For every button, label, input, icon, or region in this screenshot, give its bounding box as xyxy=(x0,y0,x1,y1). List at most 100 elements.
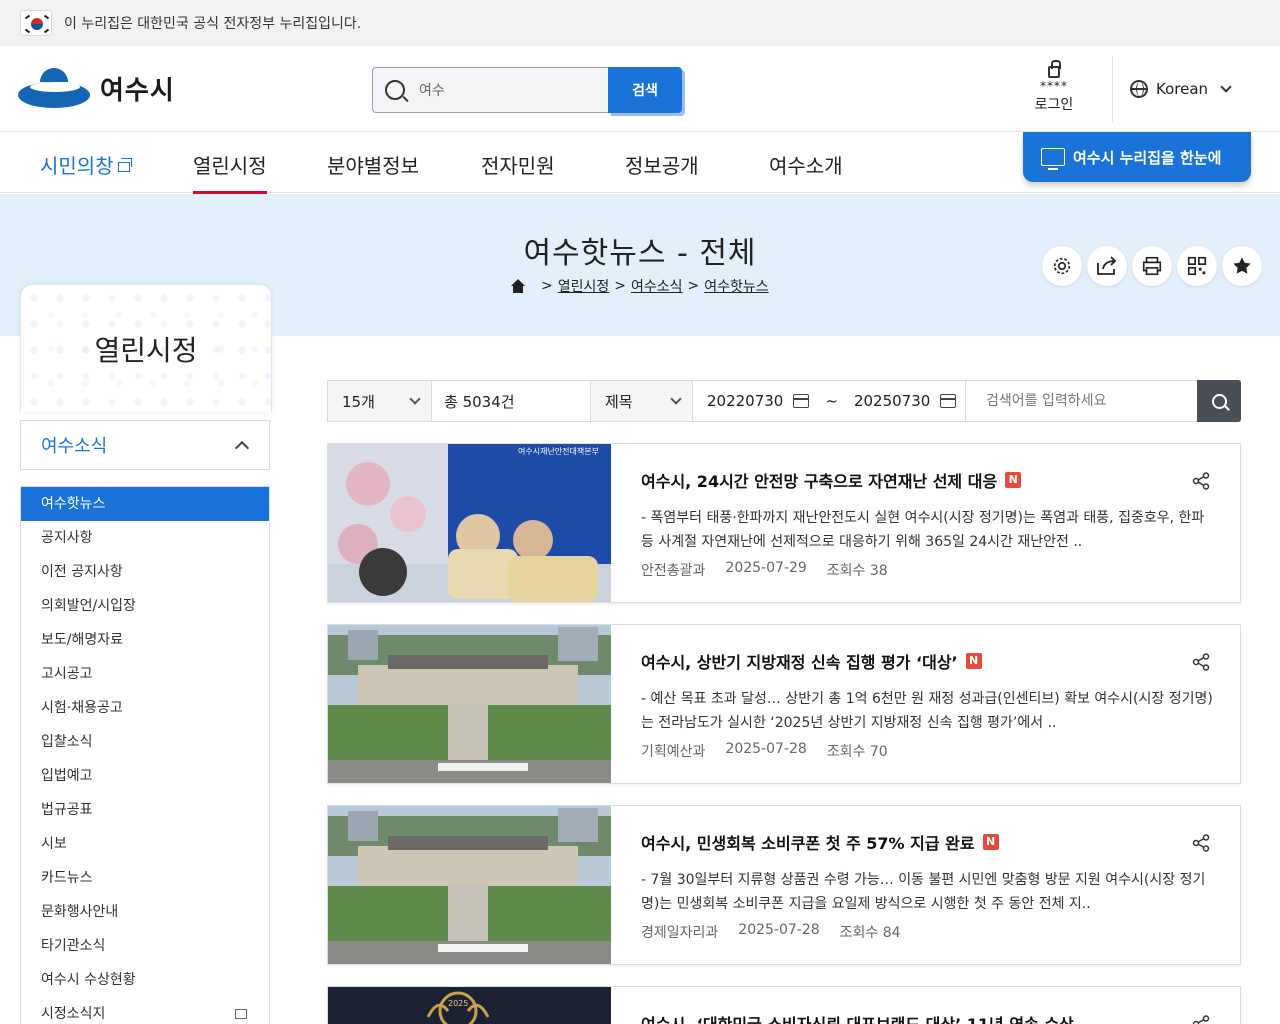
article-thumbnail[interactable]: 여수시재난안전대책본부 xyxy=(328,444,611,602)
sidebar-item-newsletter[interactable]: 시정소식지 xyxy=(21,997,269,1024)
sidebar-submenu-toggle[interactable]: 여수소식 xyxy=(20,420,270,470)
calendar-icon[interactable] xyxy=(940,394,957,408)
list-filter-bar: 15개 총 5034건 제목 20220730 ~ 20250730 xyxy=(327,380,1241,422)
login-label: 로그인 xyxy=(1034,97,1074,113)
calendar-icon[interactable] xyxy=(793,394,810,408)
nav-item-e-civil[interactable]: 전자민원 xyxy=(481,150,555,179)
sidebar-item-other-agencies[interactable]: 타기관소식 xyxy=(21,929,269,963)
settings-button[interactable] xyxy=(1042,246,1082,286)
date-range: 20220730 ~ 20250730 xyxy=(693,381,966,421)
chevron-down-icon xyxy=(409,393,421,405)
article-thumbnail[interactable] xyxy=(328,625,611,783)
article-date: 2025-07-29 xyxy=(725,560,807,576)
nav-item-about-yeosu[interactable]: 여수소개 xyxy=(769,150,843,179)
city-hall-photo xyxy=(328,625,611,783)
sidebar-submenu-label: 여수소식 xyxy=(41,436,108,457)
language-select[interactable]: Korean xyxy=(1130,80,1232,98)
city-hall-photo xyxy=(328,806,611,964)
chevron-down-icon xyxy=(1220,81,1232,93)
article-thumbnail[interactable] xyxy=(328,806,611,964)
thumbnail-caption: 2025 xyxy=(448,999,469,1008)
share-icon[interactable] xyxy=(1192,653,1210,671)
share-icon[interactable] xyxy=(1192,834,1210,852)
site-header: 여수시 검색 **** 로그인 Korean xyxy=(0,46,1280,132)
gear-icon xyxy=(1053,257,1071,275)
header-search-input[interactable] xyxy=(419,82,579,98)
star-icon xyxy=(1233,257,1251,274)
gov-banner-text[interactable]: 이 누리집은 대한민국 공식 전자정부 누리집입니다. xyxy=(64,13,361,33)
article-title[interactable]: 여수시, 상반기 지방재정 신속 집행 평가 ‘대상’ N xyxy=(641,649,982,673)
sidebar-item-legislation[interactable]: 입법예고 xyxy=(21,759,269,793)
login-button[interactable]: **** 로그인 xyxy=(1024,60,1084,114)
sidebar-item-council[interactable]: 의회발언/시입장 xyxy=(21,589,269,623)
article-dept: 기획예산과 xyxy=(641,744,706,760)
print-button[interactable] xyxy=(1132,246,1172,286)
header-search-button[interactable]: 검색 xyxy=(608,67,682,113)
article-date: 2025-07-28 xyxy=(738,922,820,938)
new-window-icon xyxy=(235,1009,247,1019)
sidebar-item-recruitment[interactable]: 시험·채용공고 xyxy=(21,691,269,725)
article-meta: 안전총괄과 2025-07-29 조회수 38 xyxy=(641,560,888,580)
keyword-search-input[interactable] xyxy=(966,381,1197,421)
sidebar-menu: 여수핫뉴스 공지사항 이전 공지사항 의회발언/시입장 보도/해명자료 고시공고… xyxy=(20,486,270,1024)
qr-code-button[interactable] xyxy=(1177,246,1217,286)
article-card[interactable]: 여수시, 민생회복 소비쿠폰 첫 주 57% 지급 완료 N - 7월 30일부… xyxy=(327,805,1241,965)
article-title[interactable]: 여수시, ‘대한민국 소비자신뢰 대표브랜드 대상’ 11년 연속 수상 xyxy=(641,1011,1074,1024)
site-overview-button[interactable]: 여수시 누리집을 한눈에 xyxy=(1023,132,1251,182)
share-icon[interactable] xyxy=(1192,1015,1210,1024)
date-to-input[interactable]: 20250730 xyxy=(854,392,930,410)
share-out-icon xyxy=(1097,256,1117,275)
new-badge: N xyxy=(965,653,982,669)
lock-icon xyxy=(1048,60,1061,78)
sidebar-item-card-news[interactable]: 카드뉴스 xyxy=(21,861,269,895)
keyword-search-button[interactable] xyxy=(1197,380,1241,422)
breadcrumb-link-hot-news[interactable]: 여수핫뉴스 xyxy=(704,276,768,296)
article-views: 조회수 84 xyxy=(839,925,901,941)
nav-item-field-info[interactable]: 분야별정보 xyxy=(327,150,419,179)
site-overview-label: 여수시 누리집을 한눈에 xyxy=(1073,148,1222,167)
print-icon xyxy=(1142,256,1162,276)
sidebar-item-bids[interactable]: 입찰소식 xyxy=(21,725,269,759)
breadcrumb-link-news[interactable]: 여수소식 xyxy=(631,276,683,296)
article-title[interactable]: 여수시, 민생회복 소비쿠폰 첫 주 57% 지급 완료 N xyxy=(641,830,999,854)
share-icon[interactable] xyxy=(1192,472,1210,490)
nav-item-citizen[interactable]: 시민의창 xyxy=(40,150,132,179)
article-summary: - 7월 30일부터 지류형 상품권 수령 가능… 이동 불편 시민엔 맞춤형 … xyxy=(641,872,1206,912)
article-summary: - 예산 목표 초과 달성… 상반기 총 1억 6천만 원 재정 성과급(인센티… xyxy=(641,691,1213,731)
search-field-select[interactable]: 제목 xyxy=(591,381,693,421)
date-from-input[interactable]: 20220730 xyxy=(707,392,783,410)
breadcrumb-link-open-admin[interactable]: 열린시정 xyxy=(558,276,610,296)
article-views: 조회수 38 xyxy=(826,563,888,579)
home-icon[interactable] xyxy=(510,279,526,293)
article-card[interactable]: 여수시재난안전대책본부 여수시, 24시간 안전망 구축으로 자연재난 선제 대… xyxy=(327,443,1241,603)
search-icon xyxy=(1211,393,1227,409)
article-thumbnail[interactable]: 2025 xyxy=(328,987,611,1024)
sidebar-item-announcements[interactable]: 고시공고 xyxy=(21,657,269,691)
sidebar-item-past-notices[interactable]: 이전 공지사항 xyxy=(21,555,269,589)
sidebar-item-regulations[interactable]: 법규공표 xyxy=(21,793,269,827)
sidebar-item-notices[interactable]: 공지사항 xyxy=(21,521,269,555)
sidebar-item-press[interactable]: 보도/해명자료 xyxy=(21,623,269,657)
share-page-button[interactable] xyxy=(1087,246,1127,286)
article-views: 조회수 70 xyxy=(826,744,888,760)
nav-item-open-admin[interactable]: 열린시정 xyxy=(193,150,267,195)
page-size-select[interactable]: 15개 xyxy=(328,381,432,421)
nav-item-info-disclosure[interactable]: 정보공개 xyxy=(625,150,699,179)
breadcrumb-separator: > xyxy=(687,278,700,294)
new-window-icon xyxy=(117,158,132,172)
site-logo[interactable]: 여수시 xyxy=(18,66,175,110)
header-divider xyxy=(1112,56,1113,122)
article-title[interactable]: 여수시, 24시간 안전망 구축으로 자연재난 선제 대응 N xyxy=(641,468,1022,492)
article-title-text: 여수시, 24시간 안전망 구축으로 자연재난 선제 대응 xyxy=(641,472,998,491)
bookmark-button[interactable] xyxy=(1222,246,1262,286)
korea-flag-icon xyxy=(20,10,52,36)
logo-text: 여수시 xyxy=(100,75,175,106)
sidebar-item-gazette[interactable]: 시보 xyxy=(21,827,269,861)
article-summary: - 폭염부터 태풍·한파까지 재난안전도시 실현 여수시(시장 정기명)는 폭염… xyxy=(641,510,1205,550)
sidebar-item-events[interactable]: 문화행사안내 xyxy=(21,895,269,929)
login-stars: **** xyxy=(1040,79,1068,93)
sidebar-item-awards[interactable]: 여수시 수상현황 xyxy=(21,963,269,997)
sidebar-item-hot-news[interactable]: 여수핫뉴스 xyxy=(21,487,269,521)
article-card[interactable]: 여수시, 상반기 지방재정 신속 집행 평가 ‘대상’ N - 예산 목표 초과… xyxy=(327,624,1241,784)
article-card[interactable]: 2025 여수시, ‘대한민국 소비자신뢰 대표브랜드 대상’ 11년 연속 수… xyxy=(327,986,1241,1024)
